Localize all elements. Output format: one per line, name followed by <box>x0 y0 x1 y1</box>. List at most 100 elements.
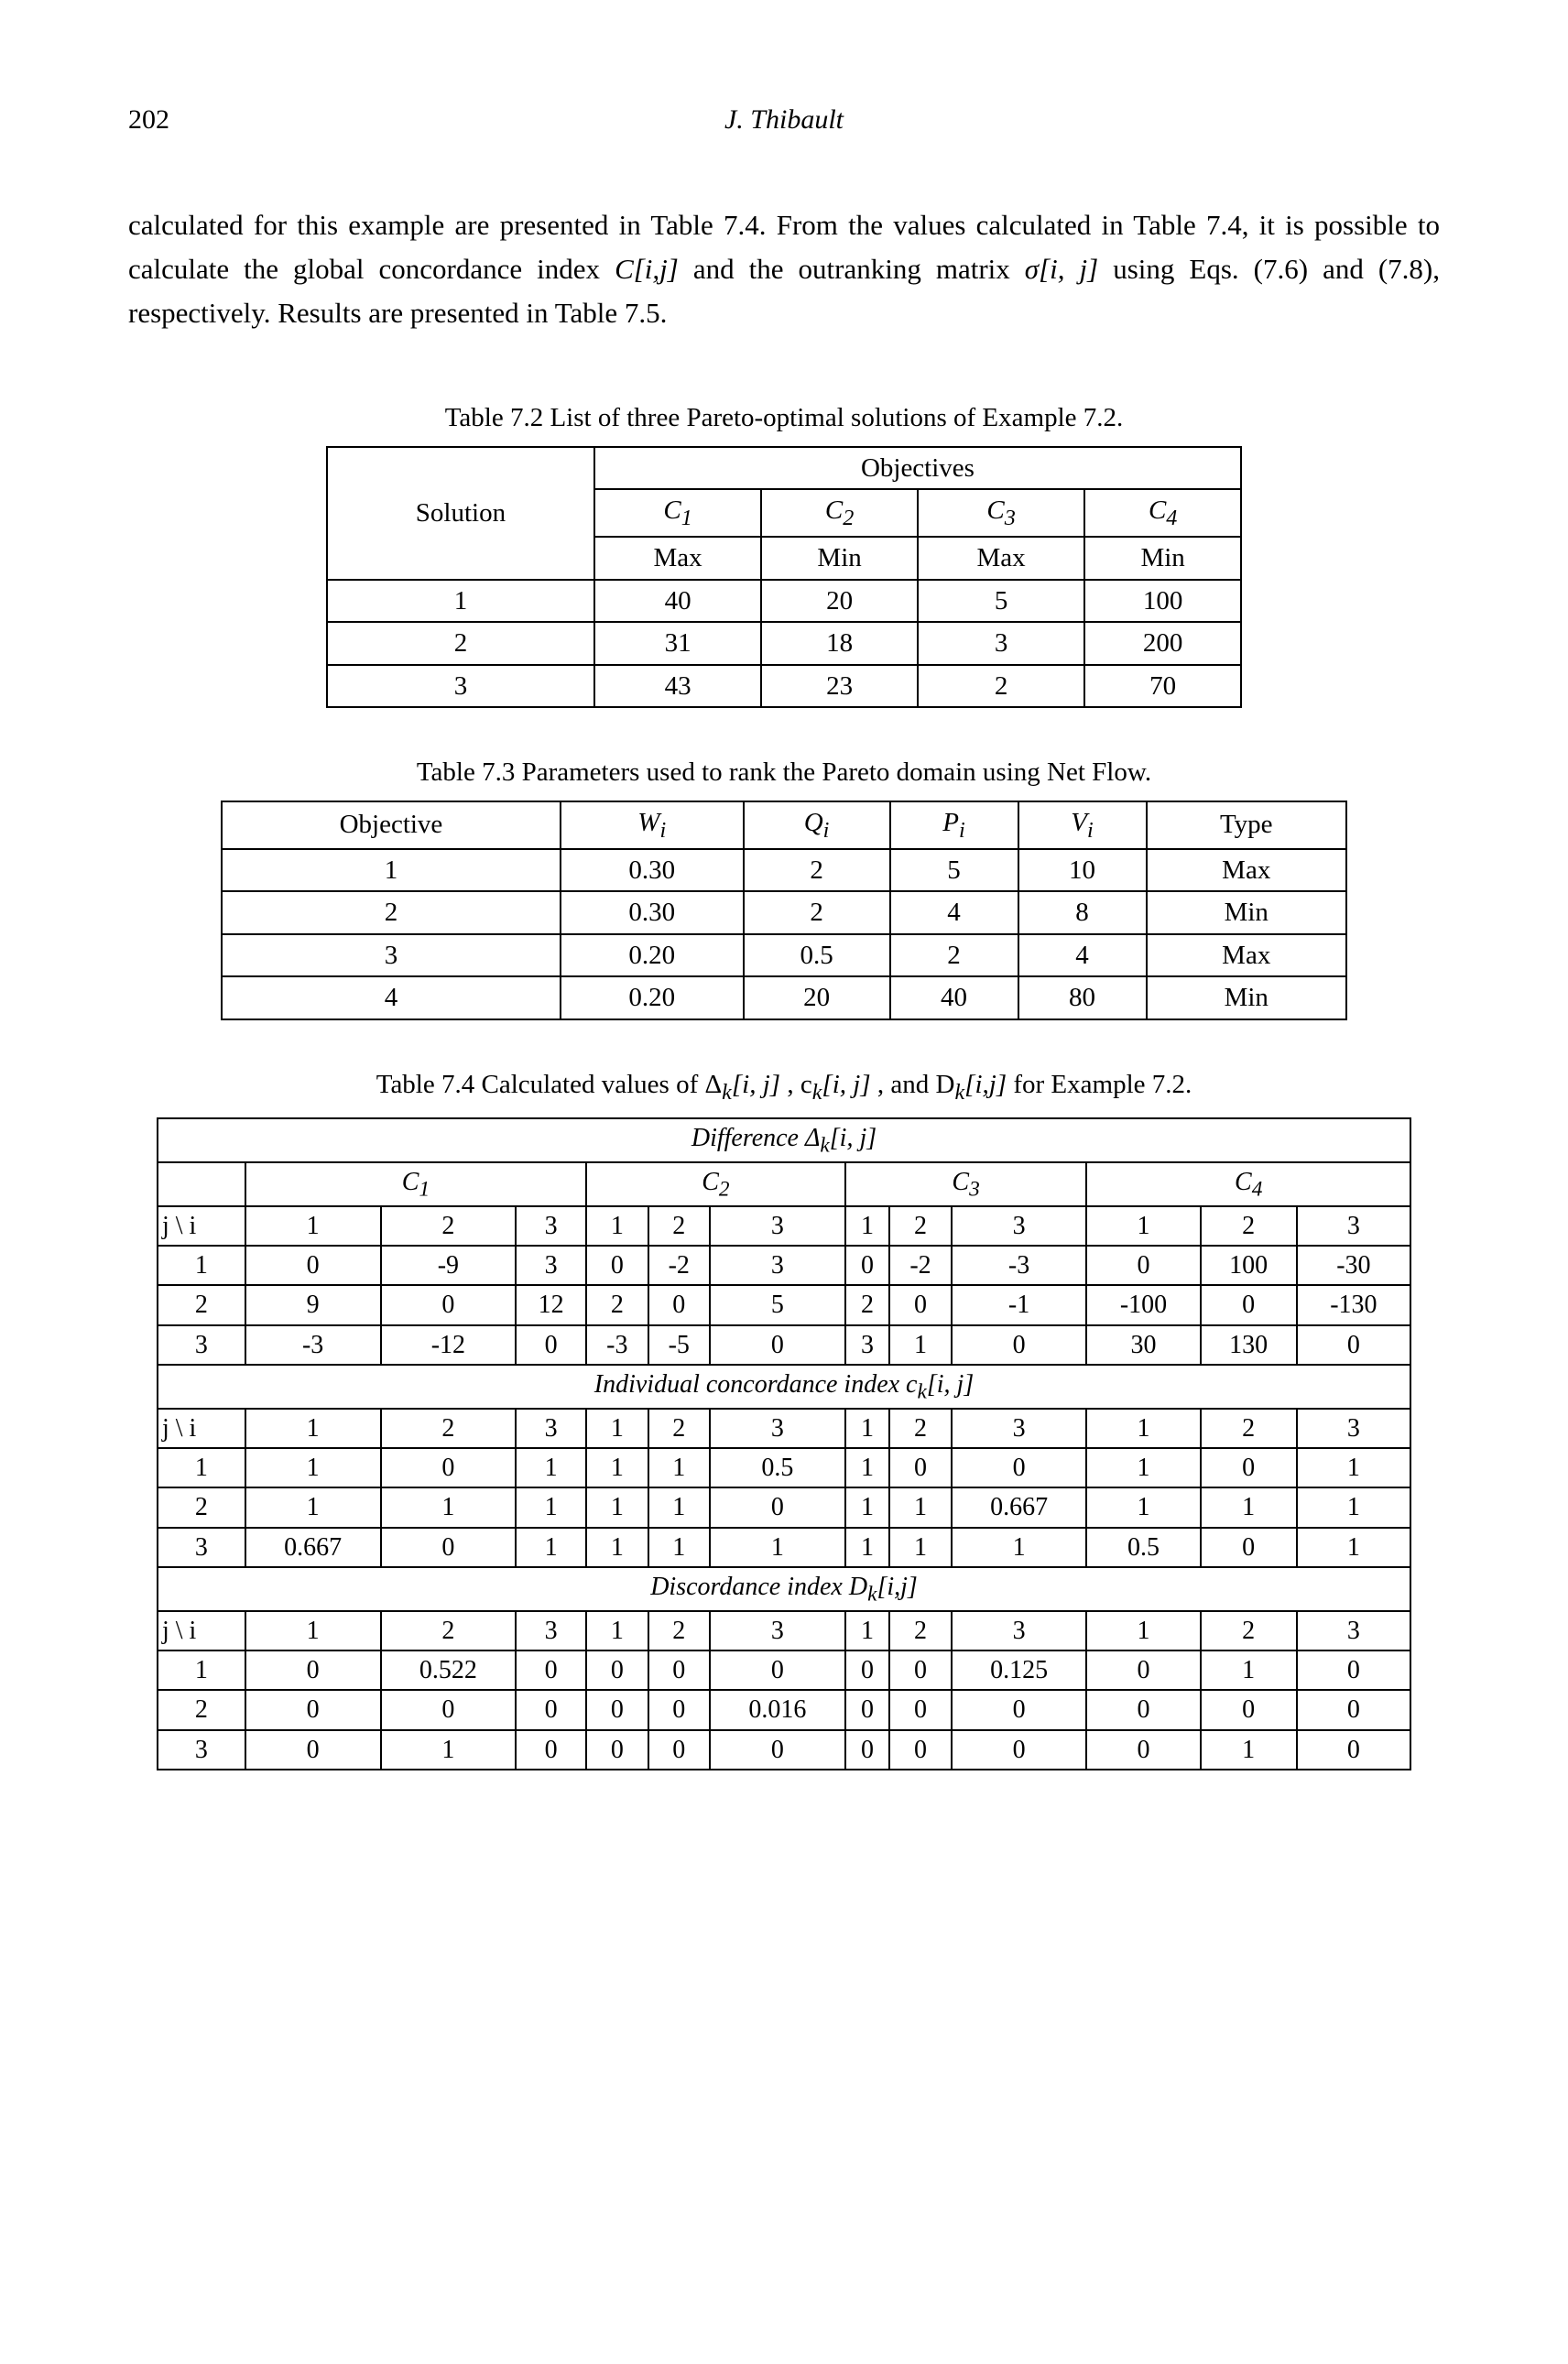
cell: 100 <box>1201 1246 1297 1285</box>
cell: Max <box>594 537 761 580</box>
cell: -12 <box>381 1325 517 1365</box>
cell: 1 <box>158 1246 245 1285</box>
header-objectives: Objectives <box>594 447 1241 490</box>
cell: 1 <box>516 1448 586 1487</box>
cell: 0 <box>1086 1730 1200 1770</box>
cell: 0 <box>586 1690 648 1729</box>
cell: -5 <box>648 1325 710 1365</box>
table-7-3: Objective Wi Qi Pi Vi Type 10.302510Max … <box>221 801 1347 1020</box>
cell: 40 <box>890 976 1018 1019</box>
cell: 3 <box>516 1611 586 1650</box>
table-row: 2 31 18 3 200 <box>327 622 1241 665</box>
cell: 0 <box>889 1448 951 1487</box>
cell: 31 <box>594 622 761 665</box>
cell: 2 <box>918 665 1084 708</box>
cell: 0.125 <box>952 1650 1087 1690</box>
table-7-2-caption: Table 7.2 List of three Pareto-optimal s… <box>128 399 1440 437</box>
body-paragraph: calculated for this example are presente… <box>128 203 1440 335</box>
cell: 1 <box>845 1611 890 1650</box>
section-difference: Difference Δk[i, j] <box>158 1118 1410 1162</box>
cell: 3 <box>710 1206 845 1246</box>
cell: 43 <box>594 665 761 708</box>
table-row: 20.30248Min <box>222 891 1346 934</box>
header-c2: C2 <box>586 1162 845 1206</box>
cell: 0.522 <box>381 1650 517 1690</box>
cell: 1 <box>648 1487 710 1527</box>
outranking-matrix-symbol: σ[i, j] <box>1025 253 1098 285</box>
cell: 4 <box>890 891 1018 934</box>
cell: 3 <box>952 1206 1087 1246</box>
cell: 1 <box>158 1650 245 1690</box>
cell: 2 <box>648 1206 710 1246</box>
cell: 0 <box>710 1650 845 1690</box>
cell: Max <box>1147 849 1346 892</box>
table-row: 1 40 20 5 100 <box>327 580 1241 623</box>
cell: 2 <box>648 1611 710 1650</box>
cell: 1 <box>245 1409 381 1448</box>
cell: 1 <box>516 1487 586 1527</box>
cell: 0.5 <box>1086 1528 1200 1567</box>
cell: 1 <box>586 1487 648 1527</box>
header-c4: C4 <box>1084 489 1241 537</box>
cell: 2 <box>1201 1611 1297 1650</box>
cell: 3 <box>516 1206 586 1246</box>
cell: 1 <box>158 1448 245 1487</box>
section-concordance: Individual concordance index ck[i, j] <box>158 1365 1410 1409</box>
cell: 0 <box>245 1650 381 1690</box>
cell: 1 <box>1201 1730 1297 1770</box>
cell: 1 <box>1086 1206 1200 1246</box>
cell: 0 <box>586 1650 648 1690</box>
cell: -3 <box>952 1246 1087 1285</box>
cell: 1 <box>1086 1409 1200 1448</box>
table-row: 30.667011111110.501 <box>158 1528 1410 1567</box>
cell: 1 <box>381 1487 517 1527</box>
cell: -3 <box>245 1325 381 1365</box>
cell: -30 <box>1297 1246 1410 1285</box>
cell: 0 <box>245 1246 381 1285</box>
table-row: 3-3-120-3-50310301300 <box>158 1325 1410 1365</box>
header-row: j \ i 123 123 123 123 <box>158 1206 1410 1246</box>
cell: 1 <box>516 1528 586 1567</box>
cell: -2 <box>889 1246 951 1285</box>
cell: 1 <box>845 1528 890 1567</box>
header-ji: j \ i <box>158 1206 245 1246</box>
cell: 3 <box>516 1409 586 1448</box>
cell: 1 <box>889 1487 951 1527</box>
cell: 0 <box>1201 1285 1297 1324</box>
cell: Min <box>1147 891 1346 934</box>
cell: 0 <box>381 1690 517 1729</box>
cell: 0.5 <box>744 934 890 977</box>
cell: 0 <box>381 1528 517 1567</box>
cell: 3 <box>327 665 594 708</box>
cell: 2 <box>890 934 1018 977</box>
cell: 0 <box>889 1730 951 1770</box>
cell: 0 <box>1086 1690 1200 1729</box>
cell: 1 <box>648 1528 710 1567</box>
cell: Min <box>761 537 918 580</box>
cell: 0 <box>845 1246 890 1285</box>
cell: 1 <box>1297 1528 1410 1567</box>
cell: 0.30 <box>561 849 744 892</box>
table-row: 2901220520-1-1000-130 <box>158 1285 1410 1324</box>
cell: 2 <box>845 1285 890 1324</box>
cell: 1 <box>245 1611 381 1650</box>
cell: Max <box>918 537 1084 580</box>
cell: 2 <box>744 891 890 934</box>
cell: 0 <box>845 1730 890 1770</box>
table-row: 2111110110.667111 <box>158 1487 1410 1527</box>
cell: -3 <box>586 1325 648 1365</box>
table-row: 30.200.524Max <box>222 934 1346 977</box>
cell: 3 <box>1297 1611 1410 1650</box>
cell: 1 <box>381 1730 517 1770</box>
cell: 1 <box>845 1409 890 1448</box>
cell: 1 <box>1086 1487 1200 1527</box>
cell: 1 <box>586 1448 648 1487</box>
header-ji: j \ i <box>158 1611 245 1650</box>
table-row: 100.5220000000.125010 <box>158 1650 1410 1690</box>
cell: 3 <box>158 1528 245 1567</box>
cell: 23 <box>761 665 918 708</box>
cell: 0 <box>648 1285 710 1324</box>
section-discordance: Discordance index Dk[i,j] <box>158 1567 1410 1611</box>
cell: 0.667 <box>952 1487 1087 1527</box>
cell: 3 <box>845 1325 890 1365</box>
